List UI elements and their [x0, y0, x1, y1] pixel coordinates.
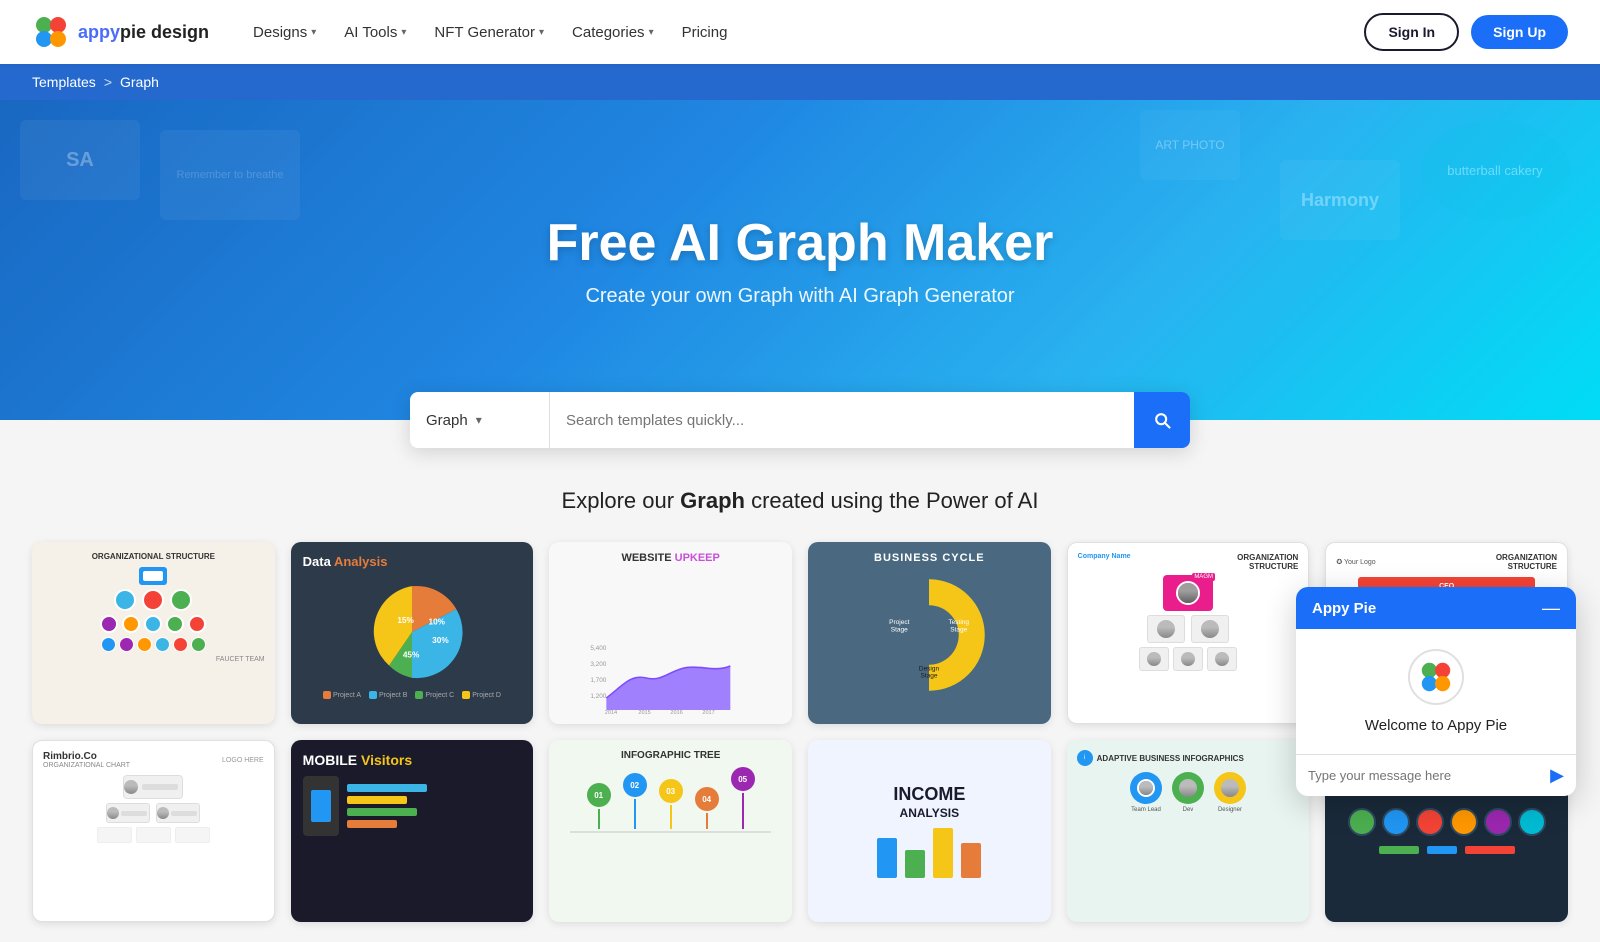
donut-chart: Project Stage Testing Stage Design Stage	[864, 570, 994, 700]
svg-text:Stage: Stage	[891, 626, 908, 633]
navbar: appypie design Designs ▾ AI Tools ▾ NFT …	[0, 0, 1600, 64]
chat-input[interactable]	[1308, 768, 1542, 783]
nav-links: Designs ▾ AI Tools ▾ NFT Generator ▾ Cat…	[241, 16, 739, 49]
navbar-right: Sign In Sign Up	[1364, 13, 1568, 51]
chat-title: Appy Pie	[1312, 600, 1376, 617]
svg-text:2015: 2015	[639, 710, 651, 714]
svg-text:Design: Design	[919, 665, 940, 672]
template-card-adaptive-business[interactable]: i ADAPTIVE BUSINESS INFOGRAPHICS Team Le…	[1067, 740, 1310, 922]
explore-title: Explore our Graph created using the Powe…	[32, 488, 1568, 514]
template-card-website-upkeep[interactable]: WEBSITE UPKEEP 5,400 3,200 1,700 1,200 2…	[549, 542, 792, 724]
chevron-down-icon: ▾	[539, 27, 544, 38]
breadcrumb-current: Graph	[120, 74, 159, 90]
svg-text:Testing: Testing	[949, 619, 970, 626]
svg-text:2014: 2014	[605, 710, 617, 714]
area-chart: 5,400 3,200 1,700 1,200 2014 2015 2016 2…	[559, 634, 782, 714]
svg-text:10%: 10%	[428, 618, 445, 627]
svg-text:Stage: Stage	[951, 626, 968, 633]
svg-text:45%: 45%	[403, 651, 420, 660]
send-icon: ▶	[1550, 765, 1564, 785]
svg-text:15%: 15%	[397, 616, 414, 625]
breadcrumb-parent[interactable]: Templates	[32, 74, 96, 90]
logo[interactable]: appypie design	[32, 13, 209, 51]
chevron-down-icon: ▾	[476, 413, 482, 427]
template-card-mobile-visitors[interactable]: MOBILE Visitors	[291, 740, 534, 922]
chat-body: Welcome to Appy Pie	[1296, 629, 1576, 754]
logo-text: appypie design	[78, 22, 209, 43]
template-card-org-structure[interactable]: ORGANIZATIONAL STRUCTURE	[32, 542, 275, 724]
svg-text:5,400: 5,400	[591, 645, 607, 652]
svg-text:Project: Project	[889, 619, 909, 626]
chevron-down-icon: ▾	[401, 27, 406, 38]
breadcrumb: Templates > Graph	[0, 64, 1600, 100]
chat-send-button[interactable]: ▶	[1550, 765, 1564, 786]
chat-close-button[interactable]: —	[1542, 599, 1560, 617]
search-box: Graph ▾	[410, 392, 1190, 448]
nav-categories[interactable]: Categories ▾	[560, 16, 666, 49]
template-card-infographic-tree[interactable]: INFOGRAPHIC TREE 01 02 03 0	[549, 740, 792, 922]
template-card-rimbrio[interactable]: Rimbrio.Co ORGANIZATIONAL CHART LOGO HER…	[32, 740, 275, 922]
chevron-down-icon: ▾	[649, 27, 654, 38]
svg-text:3,200: 3,200	[591, 661, 607, 668]
chat-header: Appy Pie —	[1296, 587, 1576, 629]
search-category-dropdown[interactable]: Graph ▾	[410, 392, 550, 448]
template-card-data-analysis[interactable]: Data Analysis 10% 15% 30% 45%	[291, 542, 534, 724]
dropdown-label: Graph	[426, 412, 468, 429]
template-card-business-cycle[interactable]: BUSINESS CYCLE Project Stage Testing Sta…	[808, 542, 1051, 724]
svg-text:30%: 30%	[432, 636, 449, 645]
navbar-left: appypie design Designs ▾ AI Tools ▾ NFT …	[32, 13, 739, 51]
hero-section: SA Remember to breathe ART PHOTO Harmony…	[0, 100, 1600, 420]
svg-text:2016: 2016	[671, 710, 683, 714]
signup-button[interactable]: Sign Up	[1471, 15, 1568, 49]
chat-welcome-text: Welcome to Appy Pie	[1365, 717, 1507, 734]
breadcrumb-separator: >	[104, 74, 112, 90]
nav-designs[interactable]: Designs ▾	[241, 16, 328, 49]
svg-text:Stage: Stage	[921, 673, 938, 680]
template-card-income-analysis[interactable]: INCOME ANALYSIS	[808, 740, 1051, 922]
svg-text:2017: 2017	[703, 710, 715, 714]
search-container: Graph ▾	[0, 392, 1600, 448]
chat-input-area: ▶	[1296, 754, 1576, 796]
chat-logo	[1408, 649, 1464, 705]
nav-ai-tools[interactable]: AI Tools ▾	[332, 16, 418, 49]
signin-button[interactable]: Sign In	[1364, 13, 1459, 51]
nav-pricing[interactable]: Pricing	[670, 16, 740, 49]
search-input[interactable]	[550, 392, 1134, 448]
chevron-down-icon: ▾	[311, 27, 316, 38]
nav-nft-generator[interactable]: NFT Generator ▾	[422, 16, 556, 49]
hero-title: Free AI Graph Maker	[547, 213, 1054, 273]
svg-text:1,200: 1,200	[591, 693, 607, 700]
appy-pie-logo-icon	[1418, 659, 1454, 695]
logo-icon	[32, 13, 70, 51]
template-card-org-structure2[interactable]: Company Name ORGANIZATIONSTRUCTURE MAGM	[1067, 542, 1310, 724]
hero-subtitle: Create your own Graph with AI Graph Gene…	[585, 285, 1014, 308]
search-button[interactable]	[1134, 392, 1190, 448]
pie-chart: 10% 15% 30% 45%	[357, 577, 467, 687]
svg-text:1,700: 1,700	[591, 677, 607, 684]
chat-widget: Appy Pie — Welcome to Appy Pie ▶	[1296, 587, 1576, 796]
search-icon	[1152, 410, 1172, 430]
